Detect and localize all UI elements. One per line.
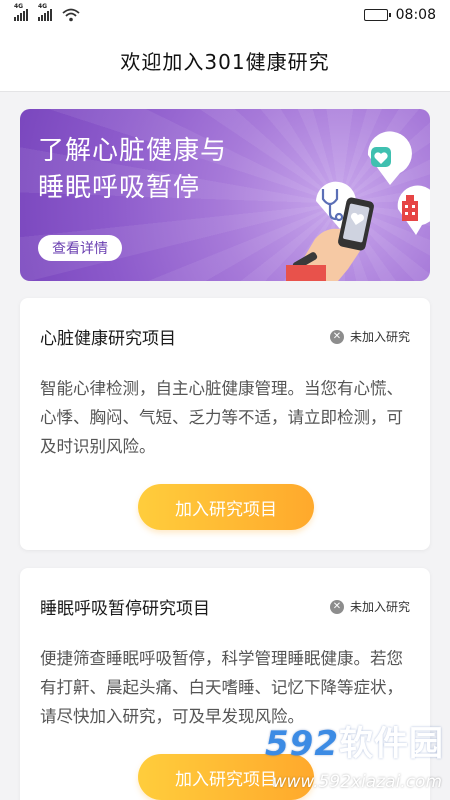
wifi-icon [62, 8, 80, 22]
status-label: 未加入研究 [349, 330, 410, 344]
cellular-signal-icon: 4G [14, 3, 28, 21]
status-right: 08:08 [363, 7, 436, 23]
banner-title-line: 睡眠呼吸暂停 [38, 173, 201, 203]
promo-banner[interactable]: 了解心脏健康与 睡眠呼吸暂停 查看详情 [20, 109, 430, 281]
not-joined-icon: ✕ [329, 599, 344, 614]
hospital-icon [402, 201, 418, 221]
join-study-button[interactable]: 加入研究项目 [138, 484, 314, 530]
heart-study-card: 心脏健康研究项目 ✕ 未加入研究 智能心律检测，自主心脏健康管理。当您有心慌、心… [20, 298, 430, 550]
page-title: 欢迎加入301健康研究 [120, 50, 330, 74]
battery-icon [363, 9, 391, 21]
card-header: 睡眠呼吸暂停研究项目 ✕ 未加入研究 [40, 594, 410, 619]
join-study-button[interactable]: 加入研究项目 [138, 754, 314, 800]
view-details-button[interactable]: 查看详情 [38, 235, 122, 261]
status-bar: 4G 4G 08:08 [0, 0, 450, 30]
health-illustration [286, 131, 430, 281]
card-title: 睡眠呼吸暂停研究项目 [40, 599, 210, 619]
card-description: 智能心律检测，自主心脏健康管理。当您有心慌、心悸、胸闷、气短、乏力等不适，请立即… [40, 379, 403, 456]
banner-title-line: 了解心脏健康与 [38, 136, 228, 166]
banner-title: 了解心脏健康与 睡眠呼吸暂停 [38, 133, 227, 207]
status-badge: ✕ 未加入研究 [329, 598, 410, 615]
not-joined-icon: ✕ [329, 329, 344, 344]
status-label: 未加入研究 [349, 600, 410, 614]
network-type-label: 4G [14, 3, 24, 10]
card-description: 便捷筛查睡眠呼吸暂停，科学管理睡眠健康。若您有打鼾、晨起头痛、白天嗜睡、记忆下降… [40, 649, 403, 726]
status-left: 4G 4G [14, 3, 80, 22]
network-type-label: 4G [38, 3, 48, 10]
sleep-apnea-study-card: 睡眠呼吸暂停研究项目 ✕ 未加入研究 便捷筛查睡眠呼吸暂停，科学管理睡眠健康。若… [20, 568, 430, 800]
card-header: 心脏健康研究项目 ✕ 未加入研究 [40, 324, 410, 349]
card-title: 心脏健康研究项目 [40, 329, 176, 349]
cellular-signal-icon: 4G [38, 3, 52, 21]
status-badge: ✕ 未加入研究 [329, 328, 410, 345]
clock: 08:08 [395, 7, 436, 23]
app-header: 欢迎加入301健康研究 [0, 30, 450, 92]
